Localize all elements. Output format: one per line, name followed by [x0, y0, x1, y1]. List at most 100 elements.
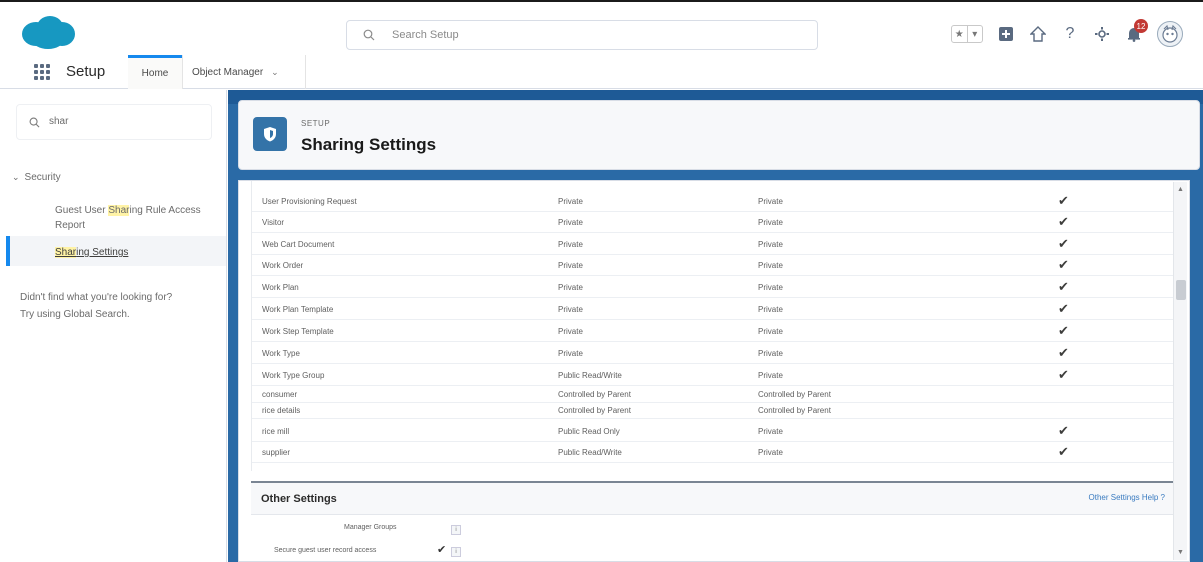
scroll-down-icon[interactable]: ▼: [1177, 549, 1184, 556]
global-header: Search Setup ★ ▾ ? 12: [0, 0, 1203, 55]
object-name-cell[interactable]: supplier: [262, 448, 290, 457]
global-search-input[interactable]: Search Setup: [346, 20, 818, 50]
object-name-cell[interactable]: Work Order: [262, 261, 303, 270]
object-name-cell[interactable]: Work Type: [262, 349, 300, 358]
shield-icon: [253, 117, 287, 151]
hint-line: Didn't find what you're looking for?: [20, 292, 173, 303]
chevron-down-icon[interactable]: ⌄: [12, 172, 20, 182]
grant-access-hierarchy-check: ✔: [1058, 301, 1069, 316]
chevron-down-icon[interactable]: ⌄: [271, 67, 279, 78]
scrollbar-thumb[interactable]: [1176, 280, 1186, 300]
table-row: supplier Public Read/Write Private ✔: [252, 442, 1173, 463]
table-row: User Provisioning Request Private Private ✔: [252, 191, 1173, 212]
other-settings-header: Other Settings Other Settings Help ?: [251, 483, 1173, 515]
chevron-down-icon[interactable]: ▾: [966, 26, 983, 42]
notification-badge: 12: [1134, 19, 1148, 33]
default-internal-access-cell: Private: [558, 218, 583, 227]
help-link-label: Other Settings Help: [1088, 493, 1159, 502]
object-name-cell[interactable]: Work Plan: [262, 283, 299, 292]
default-external-access-cell: Private: [758, 448, 783, 457]
object-name-cell[interactable]: Web Cart Document: [262, 240, 334, 249]
app-launcher-icon[interactable]: [34, 64, 50, 80]
tree-section-security[interactable]: ⌄ Security: [12, 172, 61, 183]
org-wide-defaults-table: User Provisioning Request Private Private ✔…: [251, 181, 1173, 471]
default-internal-access-cell: Controlled by Parent: [558, 406, 631, 415]
grant-access-hierarchy-check: ✔: [1058, 345, 1069, 360]
grant-access-hierarchy-check: ✔: [1058, 279, 1069, 294]
grant-access-hierarchy-check: ✔: [1058, 214, 1069, 229]
object-name-cell[interactable]: Work Plan Template: [262, 305, 333, 314]
default-internal-access-cell: Private: [558, 283, 583, 292]
default-internal-access-cell: Public Read/Write: [558, 371, 622, 380]
table-row: Work Type Group Public Read/Write Private ✔: [252, 365, 1173, 386]
favorites-button[interactable]: ★ ▾: [951, 25, 983, 43]
gear-icon[interactable]: [1093, 25, 1111, 43]
default-internal-access-cell: Private: [558, 240, 583, 249]
page-title: Sharing Settings: [301, 135, 437, 154]
table-row: Work Plan Private Private ✔: [252, 277, 1173, 298]
table-row: Work Order Private Private ✔: [252, 255, 1173, 276]
sidebar-item-guest-user-sharing-rule-access-report[interactable]: Guest User Sharing Rule Access Report: [55, 203, 215, 233]
object-name-cell[interactable]: User Provisioning Request: [262, 197, 357, 206]
default-external-access-cell: Private: [758, 197, 783, 206]
tab-object-manager-label: Object Manager: [192, 66, 264, 78]
salesforce-logo-icon[interactable]: [20, 14, 76, 50]
table-row: Work Plan Template Private Private ✔: [252, 299, 1173, 320]
table-row: rice mill Public Read Only Private ✔: [252, 421, 1173, 442]
grant-access-hierarchy-check: ✔: [1058, 323, 1069, 338]
manager-groups-label: Manager Groups: [344, 524, 397, 531]
sharing-settings-content[interactable]: User Provisioning Request Private Private ✔…: [238, 180, 1190, 562]
global-actions-icon[interactable]: [997, 25, 1015, 43]
notifications-bell-icon[interactable]: 12: [1125, 19, 1148, 43]
default-external-access-cell: Private: [758, 349, 783, 358]
grant-access-hierarchy-check: ✔: [1058, 236, 1069, 251]
tab-object-manager[interactable]: Object Manager ⌄: [182, 55, 306, 89]
sidebar-item-sharing-settings[interactable]: Sharing Settings: [55, 245, 215, 260]
user-avatar[interactable]: [1157, 21, 1183, 47]
default-external-access-cell: Private: [758, 218, 783, 227]
app-name: Setup: [66, 63, 106, 80]
default-external-access-cell: Private: [758, 240, 783, 249]
secure-guest-info-icon[interactable]: i: [451, 547, 461, 557]
grant-access-hierarchy-check: ✔: [1058, 193, 1069, 208]
default-internal-access-cell: Public Read Only: [558, 427, 620, 436]
default-internal-access-cell: Private: [558, 197, 583, 206]
default-external-access-cell: Private: [758, 427, 783, 436]
object-name-cell[interactable]: consumer: [262, 390, 297, 399]
manager-groups-info-icon[interactable]: i: [451, 525, 461, 535]
tab-home-label: Home: [141, 68, 169, 79]
object-name-cell[interactable]: rice details: [262, 406, 300, 415]
default-external-access-cell: Private: [758, 261, 783, 270]
default-external-access-cell: Private: [758, 305, 783, 314]
table-row: Work Step Template Private Private ✔: [252, 321, 1173, 342]
object-name-cell[interactable]: Visitor: [262, 218, 284, 227]
search-highlight: Shar: [108, 205, 130, 216]
scroll-up-icon[interactable]: ▲: [1177, 186, 1184, 193]
grant-access-hierarchy-check: ✔: [1058, 423, 1069, 438]
object-name-cell[interactable]: Work Step Template: [262, 327, 334, 336]
quick-find-value: shar: [49, 116, 69, 127]
other-settings-help-link[interactable]: Other Settings Help ?: [1089, 493, 1166, 502]
object-name-cell[interactable]: Work Type Group: [262, 371, 324, 380]
grant-access-hierarchy-check: ✔: [1058, 444, 1069, 459]
default-internal-access-cell: Public Read/Write: [558, 448, 622, 457]
search-placeholder: Search Setup: [392, 29, 459, 41]
other-settings-title: Other Settings: [261, 493, 337, 505]
sidebar-item-label: ing Settings: [76, 247, 129, 258]
page-header: SETUP Sharing Settings: [238, 100, 1200, 170]
quick-find-input[interactable]: shar: [16, 104, 212, 140]
tab-home[interactable]: Home: [128, 55, 182, 89]
default-internal-access-cell: Private: [558, 305, 583, 314]
secure-guest-label: Secure guest user record access: [274, 547, 377, 554]
search-icon: [29, 117, 40, 128]
default-internal-access-cell: Controlled by Parent: [558, 390, 631, 399]
default-internal-access-cell: Private: [558, 261, 583, 270]
object-name-cell[interactable]: rice mill: [262, 427, 289, 436]
table-row: consumer Controlled by Parent Controlled b…: [252, 387, 1173, 403]
help-icon: ?: [1160, 493, 1165, 502]
global-search-link[interactable]: Try using Global Search.: [20, 306, 210, 323]
trailhead-icon[interactable]: [1029, 25, 1047, 43]
star-icon[interactable]: ★: [952, 26, 967, 42]
content-scrollbar[interactable]: ▲ ▼: [1173, 182, 1187, 560]
help-icon[interactable]: ?: [1061, 25, 1079, 43]
